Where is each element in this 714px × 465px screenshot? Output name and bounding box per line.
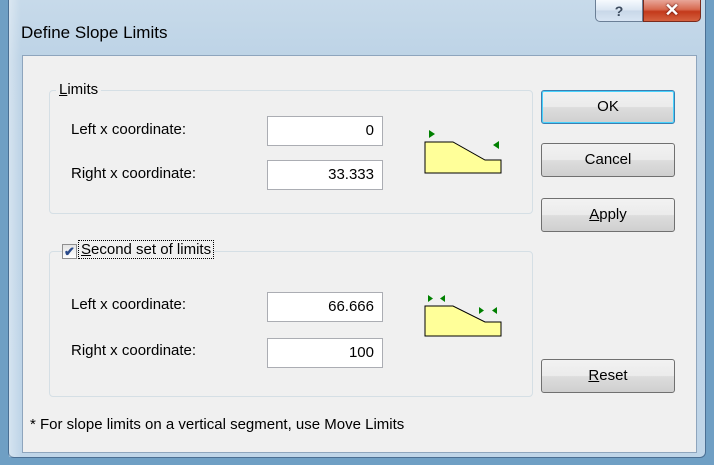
- limits-group-label: Limits: [56, 81, 102, 98]
- reset-label-rest: eset: [599, 367, 628, 384]
- apply-button[interactable]: Apply: [541, 198, 675, 232]
- dialog-window: Define Slope Limits ? ✕ Limits Left x co…: [8, 0, 706, 458]
- dialog-client-area: Limits Left x coordinate: 0 Right x coor…: [22, 55, 697, 453]
- close-icon: ✕: [664, 0, 680, 20]
- right-x-input[interactable]: 33.333: [267, 160, 383, 190]
- second-limits-label[interactable]: Second set of limits: [77, 240, 215, 259]
- slope-limits-single-icon: [424, 130, 502, 174]
- apply-mnemonic: A: [589, 206, 600, 223]
- second-limits-label-rest: econd set of limits: [91, 241, 212, 258]
- left-x-input[interactable]: 0: [267, 116, 383, 146]
- cancel-button[interactable]: Cancel: [541, 143, 675, 177]
- apply-label-rest: pply: [599, 206, 627, 223]
- slope-limits-double-icon: [424, 295, 502, 337]
- limits-label-rest: imits: [67, 81, 99, 98]
- second-left-x-input[interactable]: 66.666: [267, 292, 383, 322]
- second-limits-mnemonic: S: [81, 241, 92, 258]
- ok-button[interactable]: OK: [541, 90, 675, 124]
- footnote-text: * For slope limits on a vertical segment…: [30, 416, 405, 433]
- window-title: Define Slope Limits: [21, 23, 168, 42]
- reset-button[interactable]: Reset: [541, 359, 675, 393]
- left-x-label: Left x coordinate:: [71, 121, 187, 138]
- second-right-x-label: Right x coordinate:: [71, 342, 197, 359]
- second-left-x-label: Left x coordinate:: [71, 296, 187, 313]
- right-x-label: Right x coordinate:: [71, 165, 197, 182]
- second-limits-checkbox[interactable]: ✔: [62, 244, 77, 259]
- help-icon: ?: [614, 2, 624, 19]
- help-button[interactable]: ?: [595, 0, 643, 22]
- second-right-x-input[interactable]: 100: [267, 338, 383, 368]
- close-button[interactable]: ✕: [643, 0, 701, 22]
- reset-mnemonic: R: [588, 367, 600, 384]
